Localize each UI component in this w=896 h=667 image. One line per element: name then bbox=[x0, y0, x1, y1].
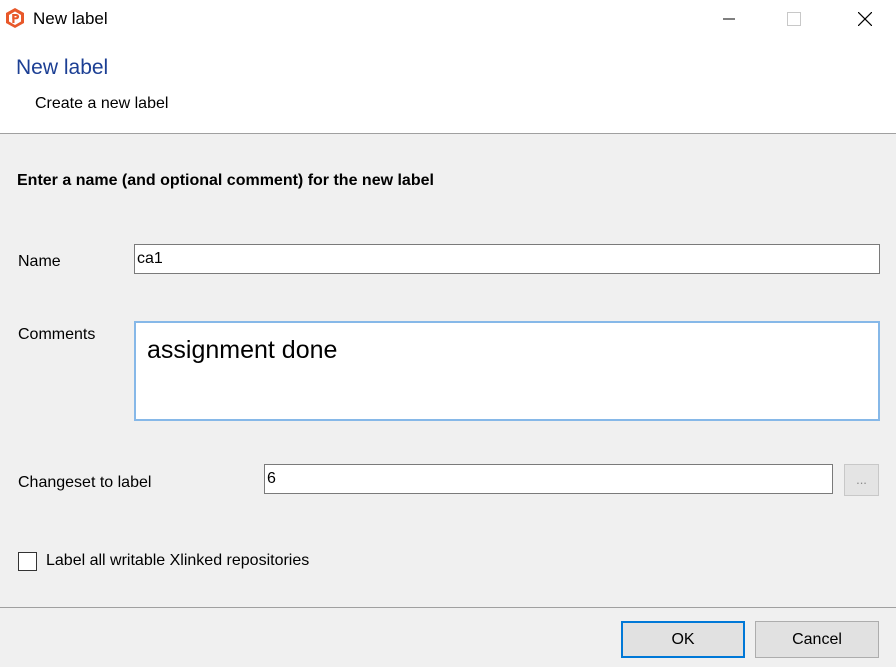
new-label-dialog: New label New label Create a new label E… bbox=[0, 0, 896, 667]
maximize-button[interactable] bbox=[771, 0, 817, 38]
header-title: New label bbox=[16, 56, 109, 79]
comments-textarea[interactable]: assignment done bbox=[134, 321, 880, 421]
comments-label: Comments bbox=[18, 326, 96, 343]
xlinked-checkbox[interactable] bbox=[18, 552, 37, 571]
title-bar: New label bbox=[0, 0, 896, 38]
instruction-text: Enter a name (and optional comment) for … bbox=[17, 172, 434, 189]
ok-button[interactable]: OK bbox=[621, 621, 745, 658]
window-title: New label bbox=[33, 9, 108, 28]
maximize-icon bbox=[787, 12, 801, 26]
footer-divider bbox=[0, 607, 896, 608]
dialog-header: New label Create a new label bbox=[0, 38, 896, 134]
xlinked-checkbox-label[interactable]: Label all writable Xlinked repositories bbox=[46, 552, 309, 570]
name-input[interactable]: ca1 bbox=[134, 244, 880, 274]
close-icon bbox=[858, 12, 872, 26]
changeset-input[interactable]: 6 bbox=[264, 464, 833, 494]
minimize-icon bbox=[723, 18, 735, 20]
header-subtitle: Create a new label bbox=[35, 95, 169, 112]
name-label: Name bbox=[18, 253, 61, 270]
browse-changeset-button[interactable]: ... bbox=[844, 464, 879, 496]
close-button[interactable] bbox=[842, 0, 888, 38]
plastic-scm-logo-icon bbox=[4, 7, 26, 29]
cancel-button[interactable]: Cancel bbox=[755, 621, 879, 658]
minimize-button[interactable] bbox=[706, 0, 752, 38]
changeset-label: Changeset to label bbox=[18, 474, 152, 491]
